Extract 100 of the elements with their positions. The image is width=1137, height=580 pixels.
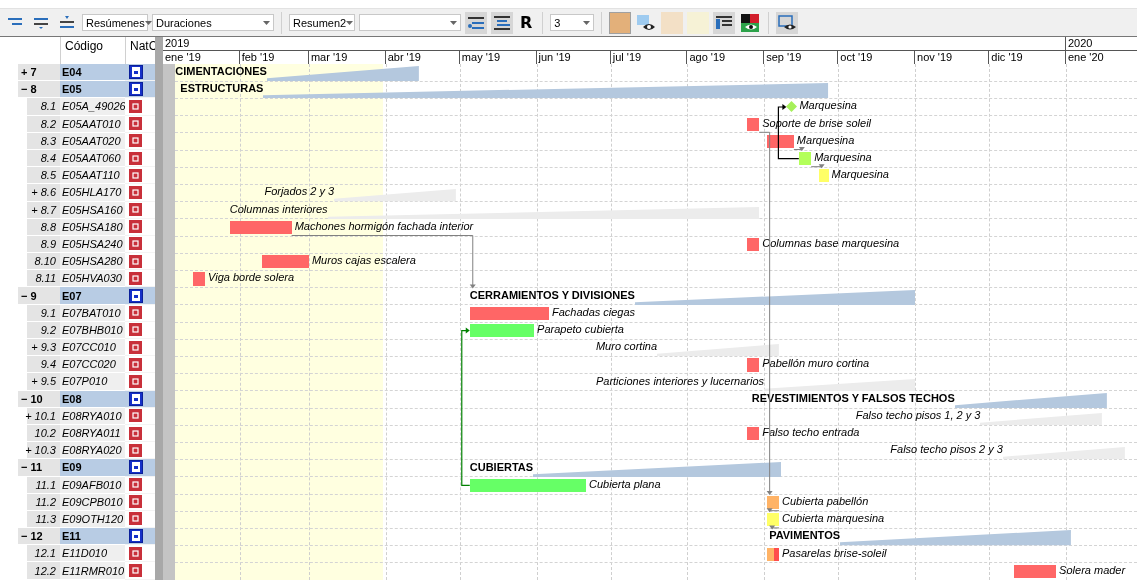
list-icon <box>716 15 733 30</box>
task-label: Pabellón muro cortina <box>762 357 870 371</box>
toolbar-button[interactable] <box>491 11 513 34</box>
toolbar-button[interactable] <box>776 11 799 34</box>
task-label: Marquesina <box>796 133 855 147</box>
phase-label: PAVIMENTOS <box>769 528 841 543</box>
row-number: 12.2 <box>34 564 56 577</box>
row-number: 8.3 <box>40 134 56 147</box>
toolbar-button[interactable] <box>739 11 762 34</box>
task-label: Fachadas ciegas <box>551 305 636 319</box>
code-cell: E05 <box>60 81 125 99</box>
caret-icon <box>450 20 457 25</box>
dropdown[interactable]: Duraciones <box>152 14 274 31</box>
expander-toggle[interactable]: + <box>25 444 32 457</box>
row-number: 8.9 <box>40 237 56 250</box>
group-label: Forjados 2 y 3 <box>264 184 335 199</box>
row-number: 10 <box>30 392 43 405</box>
task-label: Viga borde solera <box>208 271 295 285</box>
eye-icon <box>637 14 656 31</box>
row-number: 8.1 <box>40 100 56 113</box>
color-swatch[interactable] <box>687 11 710 34</box>
expander-toggle[interactable]: − <box>21 83 28 96</box>
lines-icon <box>8 17 22 28</box>
row-number: 10.3 <box>34 444 56 457</box>
row-number: 12 <box>30 530 43 543</box>
caret-icon <box>263 20 270 25</box>
task-label: Falso techo entrada <box>762 426 860 440</box>
expander-toggle[interactable]: + <box>31 203 38 216</box>
row-number: 8.11 <box>35 272 56 285</box>
expander-toggle[interactable]: + <box>31 375 38 388</box>
code-cell: E05HSA280 <box>60 253 125 271</box>
row-number: 8.6 <box>40 186 56 199</box>
caret-icon <box>144 20 152 25</box>
row-number: 8.8 <box>40 220 56 233</box>
caret-icon <box>346 20 354 25</box>
code-cell: E07CC020 <box>60 356 125 374</box>
row-number: 12.1 <box>34 547 56 560</box>
group-label: Falso techo pisos 1, 2 y 3 <box>855 408 981 423</box>
row-number: 9.1 <box>40 306 56 319</box>
task-label: Solera mader <box>1059 563 1126 577</box>
year-header: 2019 <box>163 37 1066 50</box>
task-label: Marquesina <box>814 151 872 165</box>
color-swatch[interactable] <box>609 11 632 34</box>
expander-toggle[interactable]: + <box>25 409 32 422</box>
row-number: 8.4 <box>40 152 56 165</box>
code-cell: E07CC010 <box>60 339 125 357</box>
code-cell: E07 <box>60 287 125 305</box>
lines-icon <box>60 15 74 30</box>
row-number: 11.2 <box>35 495 56 508</box>
group-label: Falso techo pisos 2 y 3 <box>890 442 1003 457</box>
code-cell: E09 <box>60 459 125 477</box>
row-number: 8.7 <box>40 203 56 216</box>
row-number: 9 <box>30 289 37 302</box>
expander-toggle[interactable]: − <box>21 461 28 474</box>
task-label: Parapeto cubierta <box>537 323 624 337</box>
expander-toggle[interactable]: + <box>31 341 38 354</box>
dependency-arrow <box>766 508 780 513</box>
code-cell: E05HVA030 <box>60 270 125 288</box>
group-label: Columnas interiores <box>229 201 328 216</box>
phase-label: REVESTIMIENTOS Y FALSOS TECHOS <box>751 390 955 405</box>
code-cell: E04 <box>60 64 125 82</box>
row-number: 11.3 <box>35 512 56 525</box>
year-header: 2020 <box>1066 37 1137 50</box>
code-cell: E11 <box>60 528 125 546</box>
row-number: 9.3 <box>40 341 56 354</box>
expander-toggle[interactable]: + <box>31 186 38 199</box>
task-label: Marquesina <box>831 168 889 182</box>
row-number: 8.2 <box>40 117 56 130</box>
dependency-arrow <box>810 164 825 169</box>
dependency-arrow <box>769 525 780 530</box>
task-label: Pasarelas brise-soleil <box>782 546 887 560</box>
row-number: 9.2 <box>40 323 56 336</box>
expander-toggle[interactable]: + <box>21 66 28 79</box>
colors-eye-icon <box>741 13 760 32</box>
expander-toggle[interactable]: − <box>21 289 28 302</box>
dropdown[interactable]: Resumen2 <box>289 14 355 31</box>
code-cell: E05HLA170 <box>60 184 125 202</box>
color-swatch[interactable] <box>661 11 684 34</box>
dropdown[interactable]: 3 <box>550 14 595 31</box>
toolbar-button[interactable] <box>713 11 736 34</box>
task-label: Columnas base marquesina <box>762 237 900 251</box>
phase-label: CERRAMIENTOS Y DIVISIONES <box>469 287 635 302</box>
window-eye-icon <box>778 14 797 31</box>
row-number: 8.10 <box>34 255 56 268</box>
phase-label: CUBIERTAS <box>469 459 534 474</box>
row-number: 10.1 <box>34 409 56 422</box>
group-label: Particiones interiores y lucernarios <box>595 373 765 388</box>
row-number: 9.4 <box>40 358 56 371</box>
toolbar-button[interactable]: R <box>517 13 536 32</box>
row-number: 11.1 <box>35 478 56 491</box>
code-cell: E05AAT110 <box>60 167 125 185</box>
row-number: 9.5 <box>40 375 56 388</box>
toolbar-button[interactable] <box>465 11 487 34</box>
task-label: Cubierta marquesina <box>782 512 885 526</box>
expander-toggle[interactable]: − <box>21 392 28 405</box>
expander-toggle[interactable]: − <box>21 530 28 543</box>
lines-icon <box>34 16 48 29</box>
code-cell: E07P010 <box>60 373 125 391</box>
task-label: Muros cajas escalera <box>311 254 416 268</box>
code-cell: E11D010 <box>60 545 125 563</box>
